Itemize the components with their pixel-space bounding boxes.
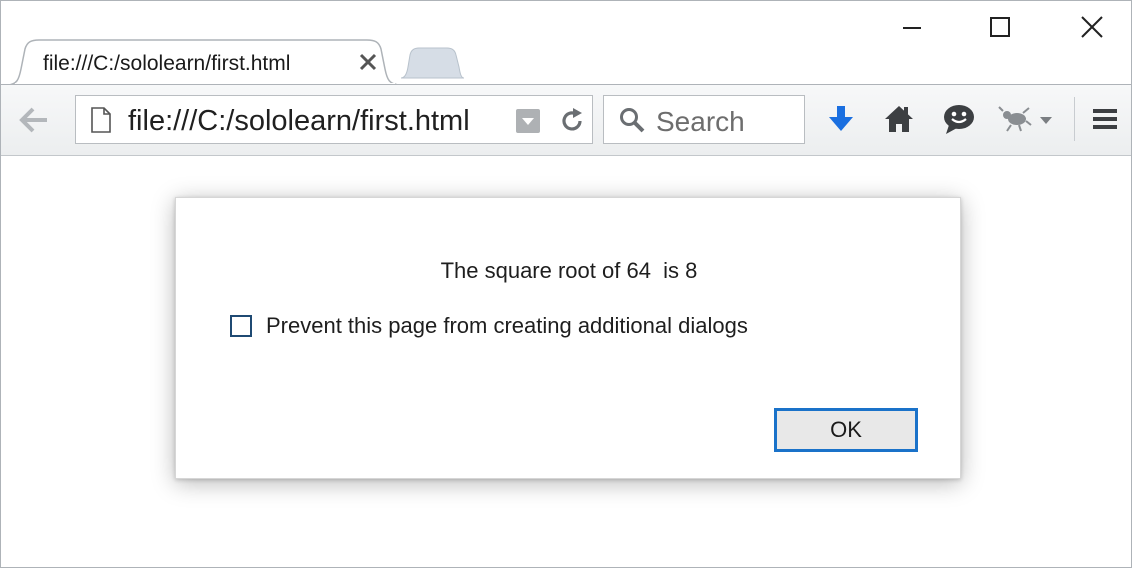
tab-strip: file:///C:/sololearn/first.html (1, 1, 1131, 86)
browser-window: file:///C:/sololearn/first.html file:///… (0, 0, 1132, 568)
prevent-dialogs-checkbox[interactable] (230, 315, 252, 337)
close-icon (1081, 16, 1103, 38)
search-icon (620, 108, 645, 133)
prevent-dialogs-option[interactable]: Prevent this page from creating addition… (230, 312, 748, 340)
back-arrow-icon[interactable] (15, 103, 55, 137)
minimize-icon (903, 27, 921, 29)
minimize-button[interactable] (889, 9, 935, 45)
reload-icon[interactable] (558, 107, 586, 135)
chat-button[interactable] (939, 99, 979, 139)
home-icon (885, 106, 913, 132)
dropmarker-icon[interactable] (516, 109, 540, 133)
home-button[interactable] (879, 99, 919, 139)
url-text: file:///C:/sololearn/first.html (128, 105, 470, 137)
download-icon (829, 106, 853, 131)
bug-icon (998, 106, 1052, 132)
page-icon (91, 107, 111, 133)
prevent-dialogs-label[interactable]: Prevent this page from creating addition… (266, 313, 748, 339)
search-placeholder: Search (656, 106, 745, 137)
new-tab-button[interactable] (399, 47, 465, 79)
maximize-button[interactable] (977, 9, 1023, 45)
close-window-button[interactable] (1069, 9, 1115, 45)
tab-active[interactable]: file:///C:/sololearn/first.html (7, 39, 401, 86)
chevron-down-icon (1040, 117, 1052, 124)
bug-button[interactable] (993, 99, 1063, 139)
search-bar[interactable]: Search (603, 95, 805, 144)
ok-button[interactable]: OK (774, 408, 918, 452)
alert-dialog: The square root of 64 is 8 Prevent this … (175, 197, 961, 479)
navigation-toolbar: file:///C:/sololearn/first.html Search (1, 85, 1131, 156)
download-button[interactable] (821, 99, 861, 139)
tab-close-icon[interactable] (357, 51, 379, 73)
tab-title: file:///C:/sololearn/first.html (43, 52, 291, 75)
maximize-icon (990, 17, 1010, 37)
toolbar-separator (1074, 97, 1075, 141)
url-bar[interactable]: file:///C:/sololearn/first.html (75, 95, 593, 144)
dialog-message: The square root of 64 is 8 (440, 258, 698, 283)
chat-icon (944, 105, 974, 134)
menu-button[interactable] (1085, 99, 1125, 139)
menu-icon (1093, 109, 1117, 129)
